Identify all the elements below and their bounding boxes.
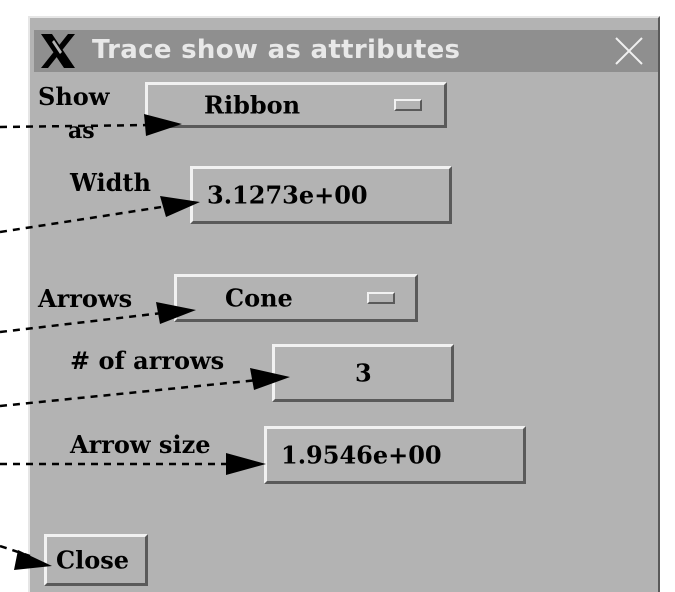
arrows-option-menu[interactable]: Cone — [174, 274, 418, 322]
show-as-label-line2: as — [68, 118, 95, 144]
x-logo-icon[interactable] — [38, 32, 78, 70]
num-arrows-label: # of arrows — [70, 346, 225, 375]
arrow-size-field[interactable]: 1.9546e+00 — [264, 426, 526, 484]
arrows-label: Arrows — [38, 284, 133, 313]
option-menu-indicator-icon — [394, 99, 422, 111]
width-field[interactable]: 3.1273e+00 — [190, 166, 452, 224]
arrow-size-field-value: 1.9546e+00 — [281, 440, 442, 470]
show-as-option-menu[interactable]: Ribbon — [145, 82, 447, 128]
option-menu-indicator-icon — [367, 292, 395, 304]
close-button[interactable]: Close — [44, 534, 148, 586]
title-bar[interactable]: Trace show as attributes — [34, 30, 658, 72]
arrows-value: Cone — [225, 283, 293, 313]
close-button-label: Close — [56, 545, 130, 575]
window-title: Trace show as attributes — [92, 35, 461, 65]
callout-line-close — [0, 544, 31, 558]
width-label: Width — [70, 168, 151, 197]
width-field-value: 3.1273e+00 — [207, 180, 368, 210]
close-icon[interactable] — [612, 34, 646, 68]
arrow-size-label: Arrow size — [70, 430, 211, 459]
show-as-label: Show — [38, 82, 110, 111]
num-arrows-field-value: 3 — [355, 358, 372, 388]
num-arrows-field[interactable]: 3 — [272, 344, 454, 402]
show-as-value: Ribbon — [204, 90, 301, 120]
